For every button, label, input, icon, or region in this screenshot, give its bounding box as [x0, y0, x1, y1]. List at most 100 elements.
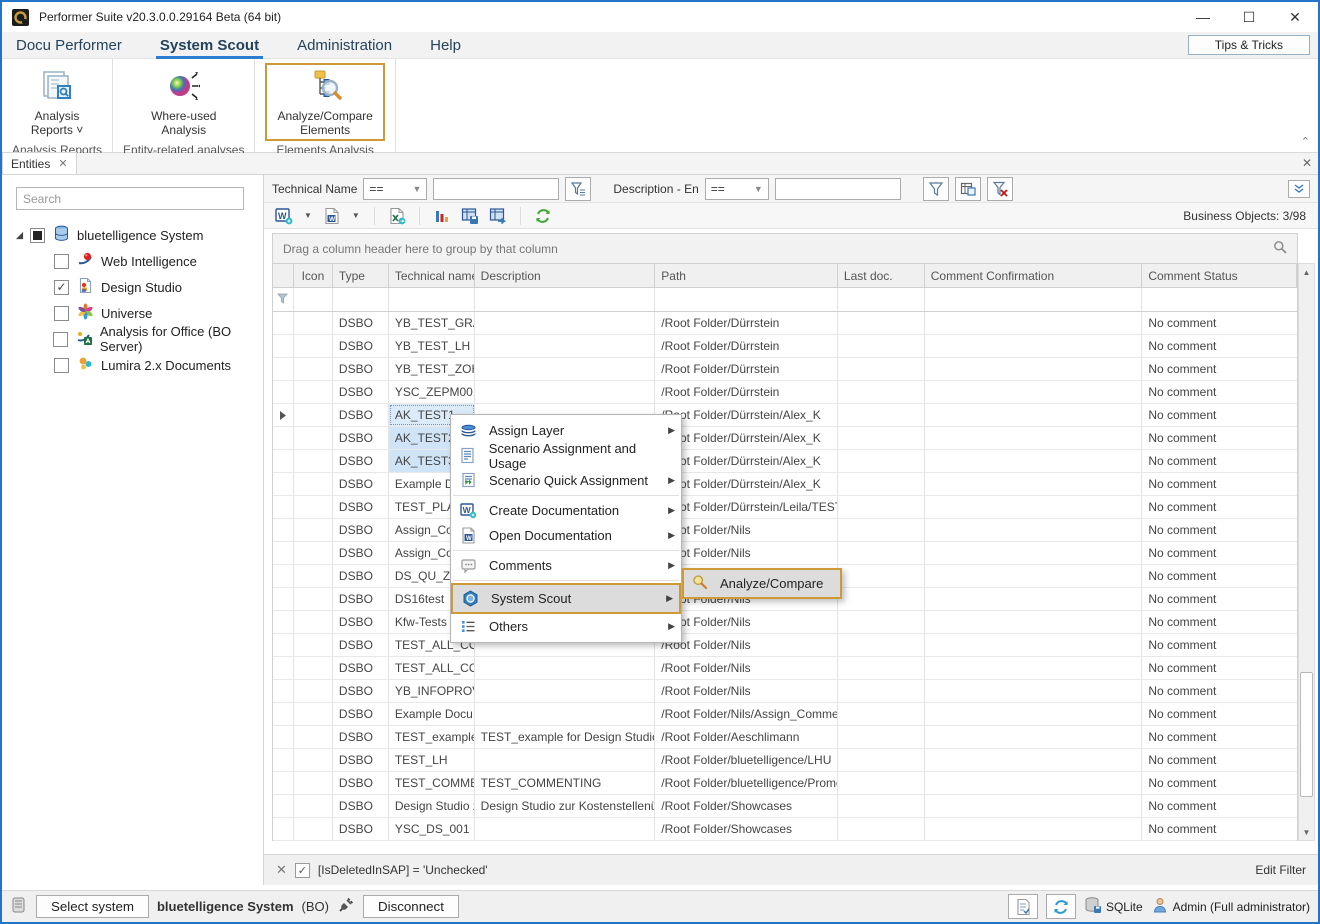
table-row[interactable]: DSBOTEST_COMME...TEST_COMMENTING/Root Fo… — [273, 772, 1297, 795]
tree-checkbox[interactable] — [54, 306, 69, 321]
table-row[interactable]: DSBOYB_INFOPROV.../Root Folder/NilsNo co… — [273, 680, 1297, 703]
analyze-compare-button[interactable]: Analyze/Compare Elements — [265, 63, 384, 141]
open-documentation-button[interactable]: W — [320, 205, 344, 227]
tree-checkbox[interactable] — [54, 254, 69, 269]
menu-item-system-scout[interactable]: System Scout▶ — [451, 583, 681, 614]
ribbon-tab-administration[interactable]: Administration — [283, 32, 406, 59]
table-row[interactable]: DSBOExample Doc.../Root Folder/Dürrstein… — [273, 473, 1297, 496]
tabstrip-close-icon[interactable]: ✕ — [1302, 156, 1312, 170]
cell-technical-name[interactable]: YB_TEST_ZOHO — [389, 358, 475, 380]
cell-technical-name[interactable]: YB_INFOPROV... — [389, 680, 475, 702]
column-header-comment-status[interactable]: Comment Status — [1142, 264, 1297, 287]
auto-filter-cell[interactable] — [294, 288, 333, 311]
table-row[interactable]: DSBOTEST_ALL_CO.../Root Folder/NilsNo co… — [273, 634, 1297, 657]
table-row[interactable]: DSBOAssign_Comm.../Root Folder/NilsNo co… — [273, 542, 1297, 565]
open-documentation-dropdown-icon[interactable]: ▼ — [348, 211, 364, 220]
filter-options-button[interactable] — [565, 177, 591, 201]
auto-filter-cell[interactable] — [838, 288, 925, 311]
refresh-button[interactable] — [531, 205, 555, 227]
scroll-up-icon[interactable]: ▲ — [1299, 264, 1314, 280]
tree-item-analysis-for-office-bo-server-[interactable]: Analysis for Office (BO Server) — [2, 326, 263, 352]
tree-item-universe[interactable]: Universe — [2, 300, 263, 326]
filter-editor-button[interactable] — [955, 177, 981, 201]
tree-item-bluetelligence-system[interactable]: bluetelligence System — [2, 222, 263, 248]
tab-close-icon[interactable]: ✕ — [58, 157, 67, 170]
scroll-down-icon[interactable]: ▼ — [1299, 824, 1314, 840]
table-row[interactable]: DSBOAK_TEST3/Root Folder/Dürrstein/Alex_… — [273, 450, 1297, 473]
tree-item-web-intelligence[interactable]: Web Intelligence — [2, 248, 263, 274]
column-header-description[interactable]: Description — [475, 264, 656, 287]
cell-technical-name[interactable]: Example Docu... — [389, 703, 475, 725]
table-row[interactable]: DSBOYSC_DS_001/Root Folder/ShowcasesNo c… — [273, 818, 1297, 841]
tree-checkbox[interactable] — [53, 332, 68, 347]
menu-item-open-documentation[interactable]: WOpen Documentation▶ — [451, 523, 681, 548]
tree-checkbox[interactable]: ✓ — [54, 280, 69, 295]
technical-name-filter-input[interactable] — [433, 178, 559, 200]
menu-item-scenario-assignment-and-usage[interactable]: Scenario Assignment and Usage — [451, 443, 681, 468]
menu-item-assign-layer[interactable]: Assign Layer▶ — [451, 418, 681, 443]
minimize-button[interactable]: — — [1180, 2, 1226, 32]
table-row[interactable]: DSBODesign Studio z...Design Studio zur … — [273, 795, 1297, 818]
table-row[interactable]: DSBOKfw-Tests/Root Folder/NilsNo comment — [273, 611, 1297, 634]
export-excel-button[interactable] — [385, 205, 409, 227]
cell-technical-name[interactable]: YSC_DS_001 — [389, 818, 475, 840]
description-filter-input[interactable] — [775, 178, 901, 200]
context-submenu-analyze-compare[interactable]: Analyze/Compare — [682, 568, 842, 599]
column-header-comment-confirmation[interactable]: Comment Confirmation — [925, 264, 1143, 287]
tree-item-design-studio[interactable]: ✓Design Studio — [2, 274, 263, 300]
ribbon-tab-docu-performer[interactable]: Docu Performer — [2, 32, 136, 59]
table-row[interactable]: DSBOTEST_LH/Root Folder/bluetelligence/L… — [273, 749, 1297, 772]
scrollbar-thumb[interactable] — [1300, 672, 1313, 797]
table-row[interactable]: DSBOYB_TEST_LH/Root Folder/DürrsteinNo c… — [273, 335, 1297, 358]
table-row[interactable]: DSBOExample Docu.../Root Folder/Nils/Ass… — [273, 703, 1297, 726]
cell-technical-name[interactable]: TEST_LH — [389, 749, 475, 771]
search-icon[interactable] — [1273, 240, 1287, 257]
cell-technical-name[interactable]: TEST_ALL_CO... — [389, 657, 475, 679]
table-row[interactable]: DSBOYSC_ZEPM001/Root Folder/DürrsteinNo … — [273, 381, 1297, 404]
edit-filter-link[interactable]: Edit Filter — [1255, 863, 1306, 877]
cell-technical-name[interactable]: YB_TEST_GRAPH — [389, 312, 475, 334]
table-row[interactable]: DSBOTEST_exampleTEST_example for Design … — [273, 726, 1297, 749]
column-header-path[interactable]: Path — [655, 264, 838, 287]
remove-filter-icon[interactable]: ✕ — [276, 862, 287, 878]
auto-filter-cell[interactable] — [925, 288, 1143, 311]
sync-button[interactable] — [1046, 894, 1076, 919]
tree-checkbox[interactable] — [54, 358, 69, 373]
column-header-icon[interactable]: Icon — [294, 264, 333, 287]
ribbon-collapse-icon[interactable]: ⌃ — [1301, 135, 1310, 148]
tree-expander-icon[interactable] — [12, 228, 26, 243]
create-documentation-button[interactable]: W — [272, 205, 296, 227]
column-header-technical-name[interactable]: Technical name — [389, 264, 475, 287]
analysis-button[interactable]: Analysis Reports ˅ — [19, 63, 95, 141]
export-layout-button[interactable] — [486, 205, 510, 227]
menu-item-scenario-quick-assignment[interactable]: Scenario Quick Assignment▶ — [451, 468, 681, 493]
ribbon-tab-help[interactable]: Help — [416, 32, 475, 59]
chart-button[interactable] — [430, 205, 454, 227]
search-input[interactable] — [16, 187, 244, 210]
where-used-button[interactable]: Where-used Analysis — [139, 63, 228, 141]
save-layout-button[interactable] — [458, 205, 482, 227]
table-row[interactable]: DSBOTEST_ALL_CO.../Root Folder/NilsNo co… — [273, 657, 1297, 680]
auto-filter-cell[interactable] — [333, 288, 389, 311]
table-row[interactable]: DSBOAK_TEST2/Root Folder/Dürrstein/Alex_… — [273, 427, 1297, 450]
table-row[interactable]: DSBOAK_TEST1/Root Folder/Dürrstein/Alex_… — [273, 404, 1297, 427]
maximize-button[interactable]: ☐ — [1226, 2, 1272, 32]
tab-entities[interactable]: Entities ✕ — [2, 152, 77, 174]
auto-filter-cell[interactable] — [475, 288, 656, 311]
auto-filter-cell[interactable] — [389, 288, 475, 311]
table-row[interactable]: DSBOYB_TEST_GRAPH/Root Folder/DürrsteinN… — [273, 312, 1297, 335]
clear-filter-button[interactable] — [987, 177, 1013, 201]
vertical-scrollbar[interactable]: ▲ ▼ — [1298, 263, 1315, 841]
log-button[interactable] — [1008, 894, 1038, 919]
tips-and-tricks-button[interactable]: Tips & Tricks — [1188, 35, 1310, 55]
ribbon-tab-system-scout[interactable]: System Scout — [146, 32, 273, 59]
table-row[interactable]: DSBOYB_TEST_ZOHO/Root Folder/DürrsteinNo… — [273, 358, 1297, 381]
cell-technical-name[interactable]: Design Studio z... — [389, 795, 475, 817]
table-row[interactable]: DSBOAssign_Comm.../Root Folder/NilsNo co… — [273, 519, 1297, 542]
column-header-type[interactable]: Type — [333, 264, 389, 287]
disconnect-button[interactable]: Disconnect — [363, 895, 459, 918]
cell-technical-name[interactable]: TEST_example — [389, 726, 475, 748]
create-documentation-dropdown-icon[interactable]: ▼ — [300, 211, 316, 220]
menu-item-others[interactable]: Others▶ — [451, 614, 681, 639]
filter-active-checkbox[interactable]: ✓ — [295, 863, 310, 878]
